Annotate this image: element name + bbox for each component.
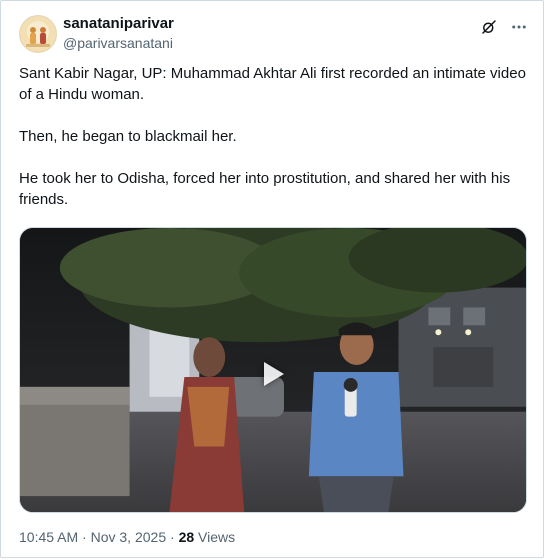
tweet-text: Sant Kabir Nagar, UP: Muhammad Akhtar Al… bbox=[19, 65, 526, 208]
tweet-header: sanataniparivar @parivarsanatani bbox=[19, 15, 529, 55]
author-handle[interactable]: @parivarsanatani bbox=[63, 34, 174, 52]
author-names: sanataniparivar @parivarsanatani bbox=[63, 15, 174, 52]
tweet-date[interactable]: Nov 3, 2025 bbox=[91, 529, 167, 545]
avatar-image bbox=[20, 16, 56, 52]
author-display-name[interactable]: sanataniparivar bbox=[63, 15, 174, 33]
avatar[interactable] bbox=[19, 15, 57, 53]
views-count: 28 bbox=[178, 529, 195, 545]
meta-separator: · bbox=[166, 529, 179, 545]
play-icon[interactable] bbox=[264, 362, 284, 386]
tweet-time[interactable]: 10:45 AM bbox=[19, 529, 78, 545]
views-label: Views bbox=[194, 529, 236, 545]
more-icon[interactable] bbox=[509, 17, 529, 37]
tweet-meta: 10:45 AM · Nov 3, 2025 · 28 Views bbox=[19, 528, 235, 546]
grok-icon[interactable] bbox=[479, 17, 499, 37]
tweet-card: sanataniparivar @parivarsanatani Sant Ka… bbox=[0, 0, 544, 558]
tweet-video[interactable] bbox=[19, 227, 527, 513]
tweet-actions bbox=[479, 17, 529, 37]
meta-separator: · bbox=[78, 529, 91, 545]
